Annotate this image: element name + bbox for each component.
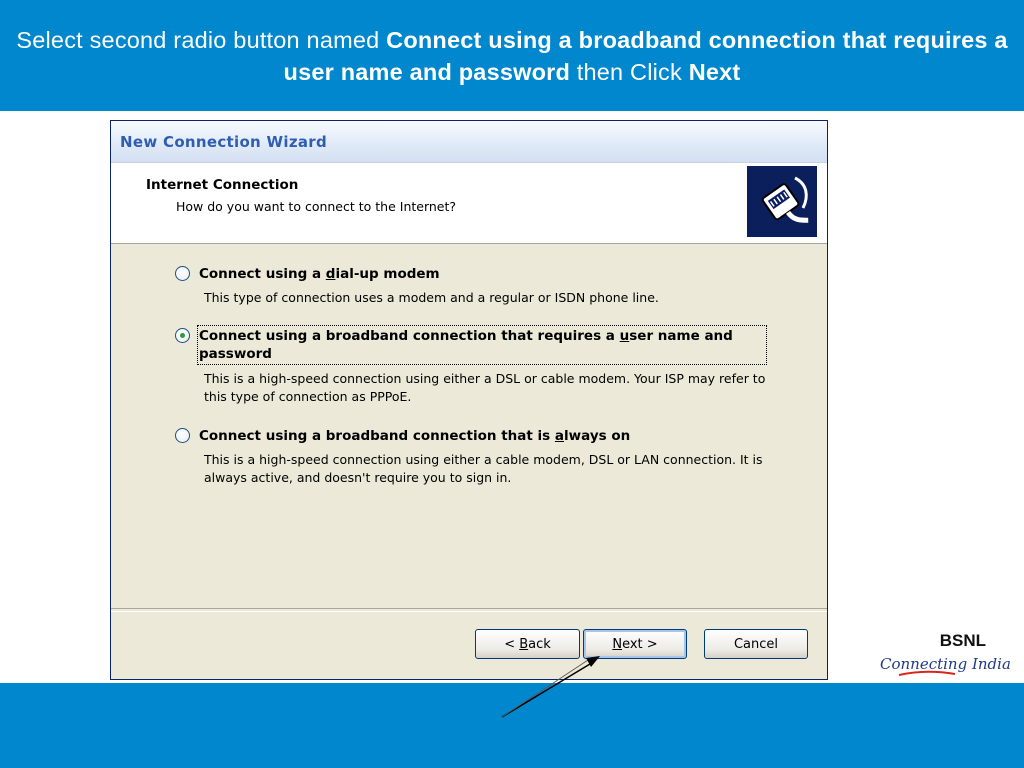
instruction-line: Select second radio button named Connect… — [0, 24, 1024, 88]
label-hotkey: d — [325, 266, 336, 282]
label-text: Connect using a broadband connection tha… — [199, 428, 555, 444]
option-broadband-always-on-label[interactable]: Connect using a broadband connection tha… — [199, 427, 630, 445]
footer-band — [0, 683, 1024, 768]
next-button-hotkey: N — [612, 636, 623, 652]
button-area-divider — [111, 608, 827, 612]
option-broadband-always-on-description: This is a high-speed connection using ei… — [204, 452, 763, 485]
network-cable-icon — [747, 166, 817, 237]
window-title: New Connection Wizard — [120, 133, 328, 151]
label-hotkey: u — [619, 328, 630, 344]
instruction-prefix: Select second radio button named — [16, 26, 387, 53]
new-connection-wizard-dialog: New Connection Wizard Internet Connectio… — [110, 120, 828, 680]
title-bar[interactable]: New Connection Wizard — [111, 121, 827, 163]
back-button-hotkey: B — [519, 636, 529, 652]
option-broadband-pppoe-description: This is a high-speed connection using ei… — [204, 371, 766, 404]
wizard-header: Internet Connection How do you want to c… — [111, 163, 827, 244]
instruction-middle: then Click — [570, 58, 689, 85]
back-button-label: ack — [528, 636, 551, 652]
radio-dial-up[interactable] — [175, 266, 190, 281]
label-text: Connect using a — [199, 266, 326, 282]
option-broadband-pppoe-label[interactable]: Connect using a broadband connection tha… — [197, 325, 767, 365]
logo-swoosh-icon — [898, 670, 956, 676]
instruction-button-name: Next — [688, 58, 741, 85]
bsnl-logo: BSNL Connecting India — [872, 625, 1024, 683]
cancel-button-label: Cancel — [733, 636, 779, 652]
label-text-rest: lways on — [564, 428, 631, 444]
label-text-rest: ial-up modem — [335, 266, 440, 282]
option-dial-up-label[interactable]: Connect using a dial-up modem — [199, 265, 440, 283]
next-button[interactable]: Next > — [583, 629, 687, 659]
label-hotkey: a — [554, 428, 565, 444]
header-subtitle: How do you want to connect to the Intern… — [176, 199, 457, 214]
header-title: Internet Connection — [146, 177, 299, 193]
radio-broadband-pppoe[interactable] — [175, 328, 190, 343]
radio-broadband-always-on[interactable] — [175, 428, 190, 443]
back-button-arrow: < — [504, 636, 516, 652]
next-button-label: ext > — [622, 636, 658, 652]
cancel-button[interactable]: Cancel — [704, 629, 808, 659]
back-button[interactable]: < Back — [475, 629, 580, 659]
logo-brand: BSNL — [939, 631, 986, 650]
label-text: Connect using a broadband connection tha… — [199, 328, 620, 344]
option-dial-up-description: This type of connection uses a modem and… — [204, 290, 659, 305]
instruction-banner: Select second radio button named Connect… — [0, 0, 1024, 111]
